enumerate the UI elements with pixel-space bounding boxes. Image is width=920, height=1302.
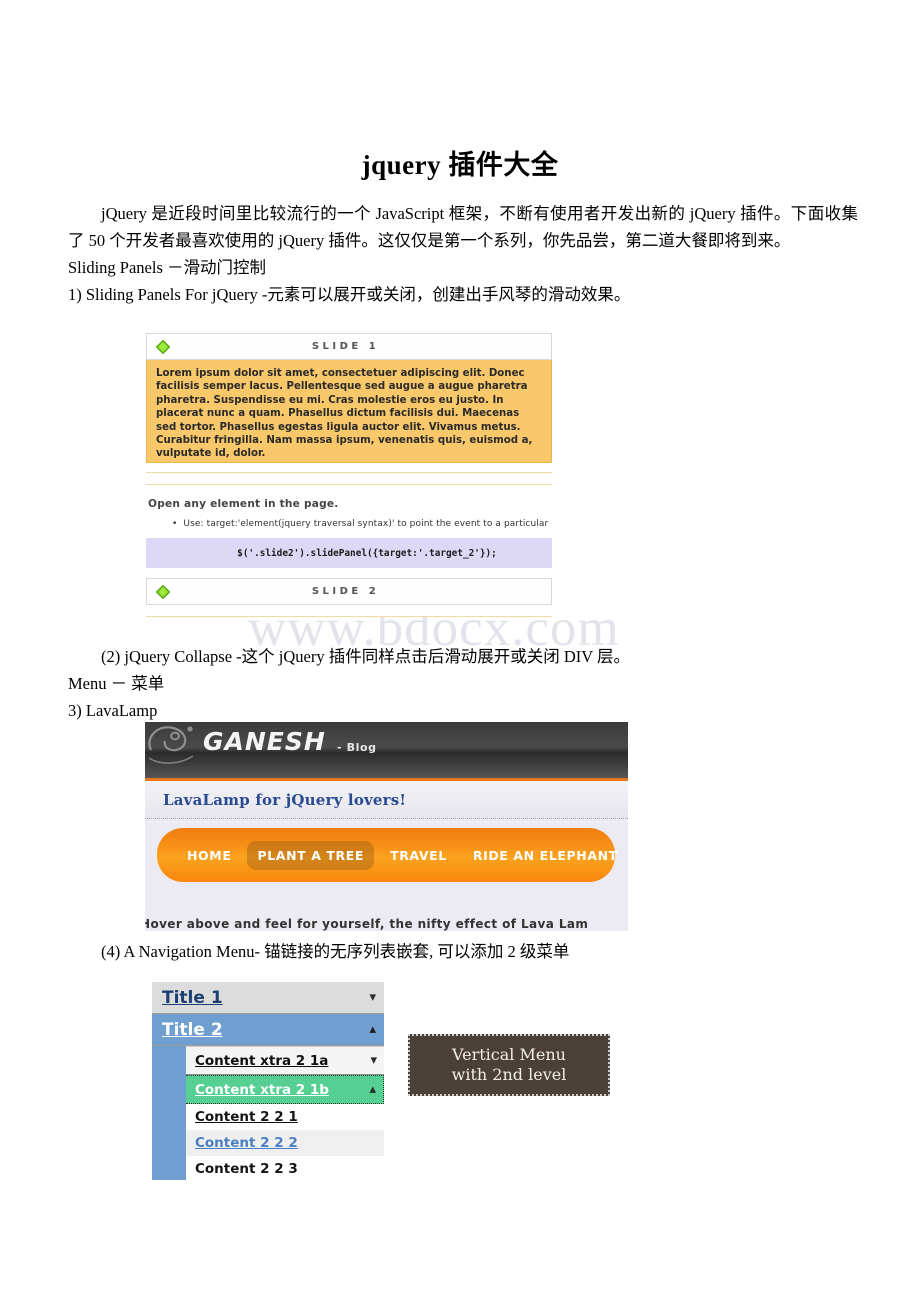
intro-text-block: jQuery 是近段时间里比较流行的一个 JavaScript 框架，不断有使用… [68, 200, 858, 308]
lavalamp-subtitle: LavaLamp for jQuery lovers! [163, 790, 407, 809]
green-diamond-arrow-icon [156, 584, 170, 599]
lavalamp-logo-text: GANESH [203, 727, 326, 756]
slide2-title: SLIDE 2 [311, 586, 380, 597]
figure-lavalamp: GANESH - Blog LavaLamp for jQuery lovers… [145, 722, 628, 931]
chevron-down-icon: ▾ [370, 1053, 377, 1068]
open-any-element-heading: Open any element in the page. [148, 498, 339, 510]
chevron-up-icon: ▴ [369, 1082, 376, 1097]
code-snippet-text: $('.slide2').slidePanel({target:'.target… [237, 547, 497, 559]
menu-level2-container: Content xtra 2 1a ▾ Content xtra 2 1b ▴ … [152, 1046, 384, 1180]
green-diamond-arrow-icon [156, 339, 170, 354]
nav-item-home[interactable]: HOME [177, 841, 241, 870]
figure-nav-menu: Title 1 ▾ Title 2 ▴ Content xtra 2 1a ▾ … [152, 982, 384, 1180]
list-item-2: (2) jQuery Collapse -这个 jQuery 插件同样点击后滑动… [101, 647, 631, 666]
slide2-header[interactable]: SLIDE 2 [146, 578, 552, 605]
lavalamp-subtitle-bar: LavaLamp for jQuery lovers! [145, 781, 628, 819]
nav-item-plant-a-tree[interactable]: PLANT A TREE [247, 840, 375, 870]
usage-bullet-item: Use: target:'element(jquery traversal sy… [172, 519, 552, 529]
chevron-up-icon: ▴ [369, 1022, 376, 1037]
list-item-4: (4) A Navigation Menu- 锚链接的无序列表嵌套, 可以添加 … [101, 942, 570, 961]
page-title: jquery 插件大全 [361, 150, 559, 180]
nav-item-ride-an-elephant[interactable]: RIDE AN ELEPHANT [463, 841, 628, 870]
figure-sliding-panels: SLIDE 1 Lorem ipsum dolor sit amet, cons… [146, 333, 552, 617]
section-heading-menu: Menu － 菜单 [68, 674, 165, 693]
divider-rule-3 [146, 616, 552, 617]
menu-label-content-2-2-3: Content 2 2 3 [195, 1161, 298, 1177]
slide1-body-text: Lorem ipsum dolor sit amet, consectetuer… [146, 360, 552, 463]
menu-row-content-2-2-1[interactable]: Content 2 2 1 [186, 1104, 384, 1130]
menu-row-title-1[interactable]: Title 1 ▾ [152, 982, 384, 1014]
menu-row-content-xtra-2-1b[interactable]: Content xtra 2 1b ▴ [186, 1075, 384, 1104]
divider-rule-1 [146, 472, 552, 473]
list-item-3: 3) LavaLamp [68, 701, 158, 720]
menu-label-title-1: Title 1 [162, 987, 223, 1008]
menu-indent-bar [152, 1046, 186, 1180]
menu-row-content-2-2-2[interactable]: Content 2 2 2 [186, 1130, 384, 1156]
section-heading-sliding: Sliding Panels －滑动门控制 [68, 258, 267, 277]
lavalamp-banner: GANESH - Blog [145, 722, 628, 781]
menu-row-content-xtra-2-1a[interactable]: Content xtra 2 1a ▾ [186, 1046, 384, 1075]
menu-row-title-2[interactable]: Title 2 ▴ [152, 1014, 384, 1046]
lavalamp-hover-hint: Hover above and feel for yourself, the n… [145, 917, 589, 931]
label-line-2: with 2nd level [451, 1065, 567, 1084]
lavalamp-blog-label: - Blog [337, 741, 377, 754]
menu-label-content-2-2-1: Content 2 2 1 [195, 1109, 298, 1125]
menu-label-content-xtra-2-1a: Content xtra 2 1a [195, 1052, 329, 1069]
slide1-header[interactable]: SLIDE 1 [146, 333, 552, 360]
code-snippet-block: $('.slide2').slidePanel({target:'.target… [146, 538, 552, 568]
slide1-title: SLIDE 1 [311, 341, 380, 352]
document-page: www.bdocx.com jquery 插件大全 jQuery 是近段时间里比… [0, 0, 920, 1302]
label-line-1: Vertical Menu [452, 1045, 566, 1064]
nav-item-travel[interactable]: TRAVEL [380, 841, 457, 870]
chevron-down-icon: ▾ [369, 990, 376, 1005]
divider-rule-2 [146, 484, 552, 485]
menu-label-content-2-2-2: Content 2 2 2 [195, 1135, 298, 1151]
lavalamp-nav-wrapper: HOME PLANT A TREE TRAVEL RIDE AN ELEPHAN… [145, 819, 628, 891]
menu-row-content-2-2-3[interactable]: Content 2 2 3 [186, 1156, 384, 1180]
lavalamp-navbar: HOME PLANT A TREE TRAVEL RIDE AN ELEPHAN… [157, 828, 617, 882]
menu-label-title-2: Title 2 [162, 1019, 223, 1040]
figure-vertical-menu-label: Vertical Menu with 2nd level [408, 1034, 610, 1096]
menu-label-content-xtra-2-1b: Content xtra 2 1b [195, 1081, 329, 1098]
intro-paragraph: jQuery 是近段时间里比较流行的一个 JavaScript 框架，不断有使用… [68, 204, 858, 250]
list-item-1: 1) Sliding Panels For jQuery -元素可以展开或关闭，… [68, 285, 631, 304]
menu-level2-body: Content xtra 2 1a ▾ Content xtra 2 1b ▴ … [186, 1046, 384, 1180]
